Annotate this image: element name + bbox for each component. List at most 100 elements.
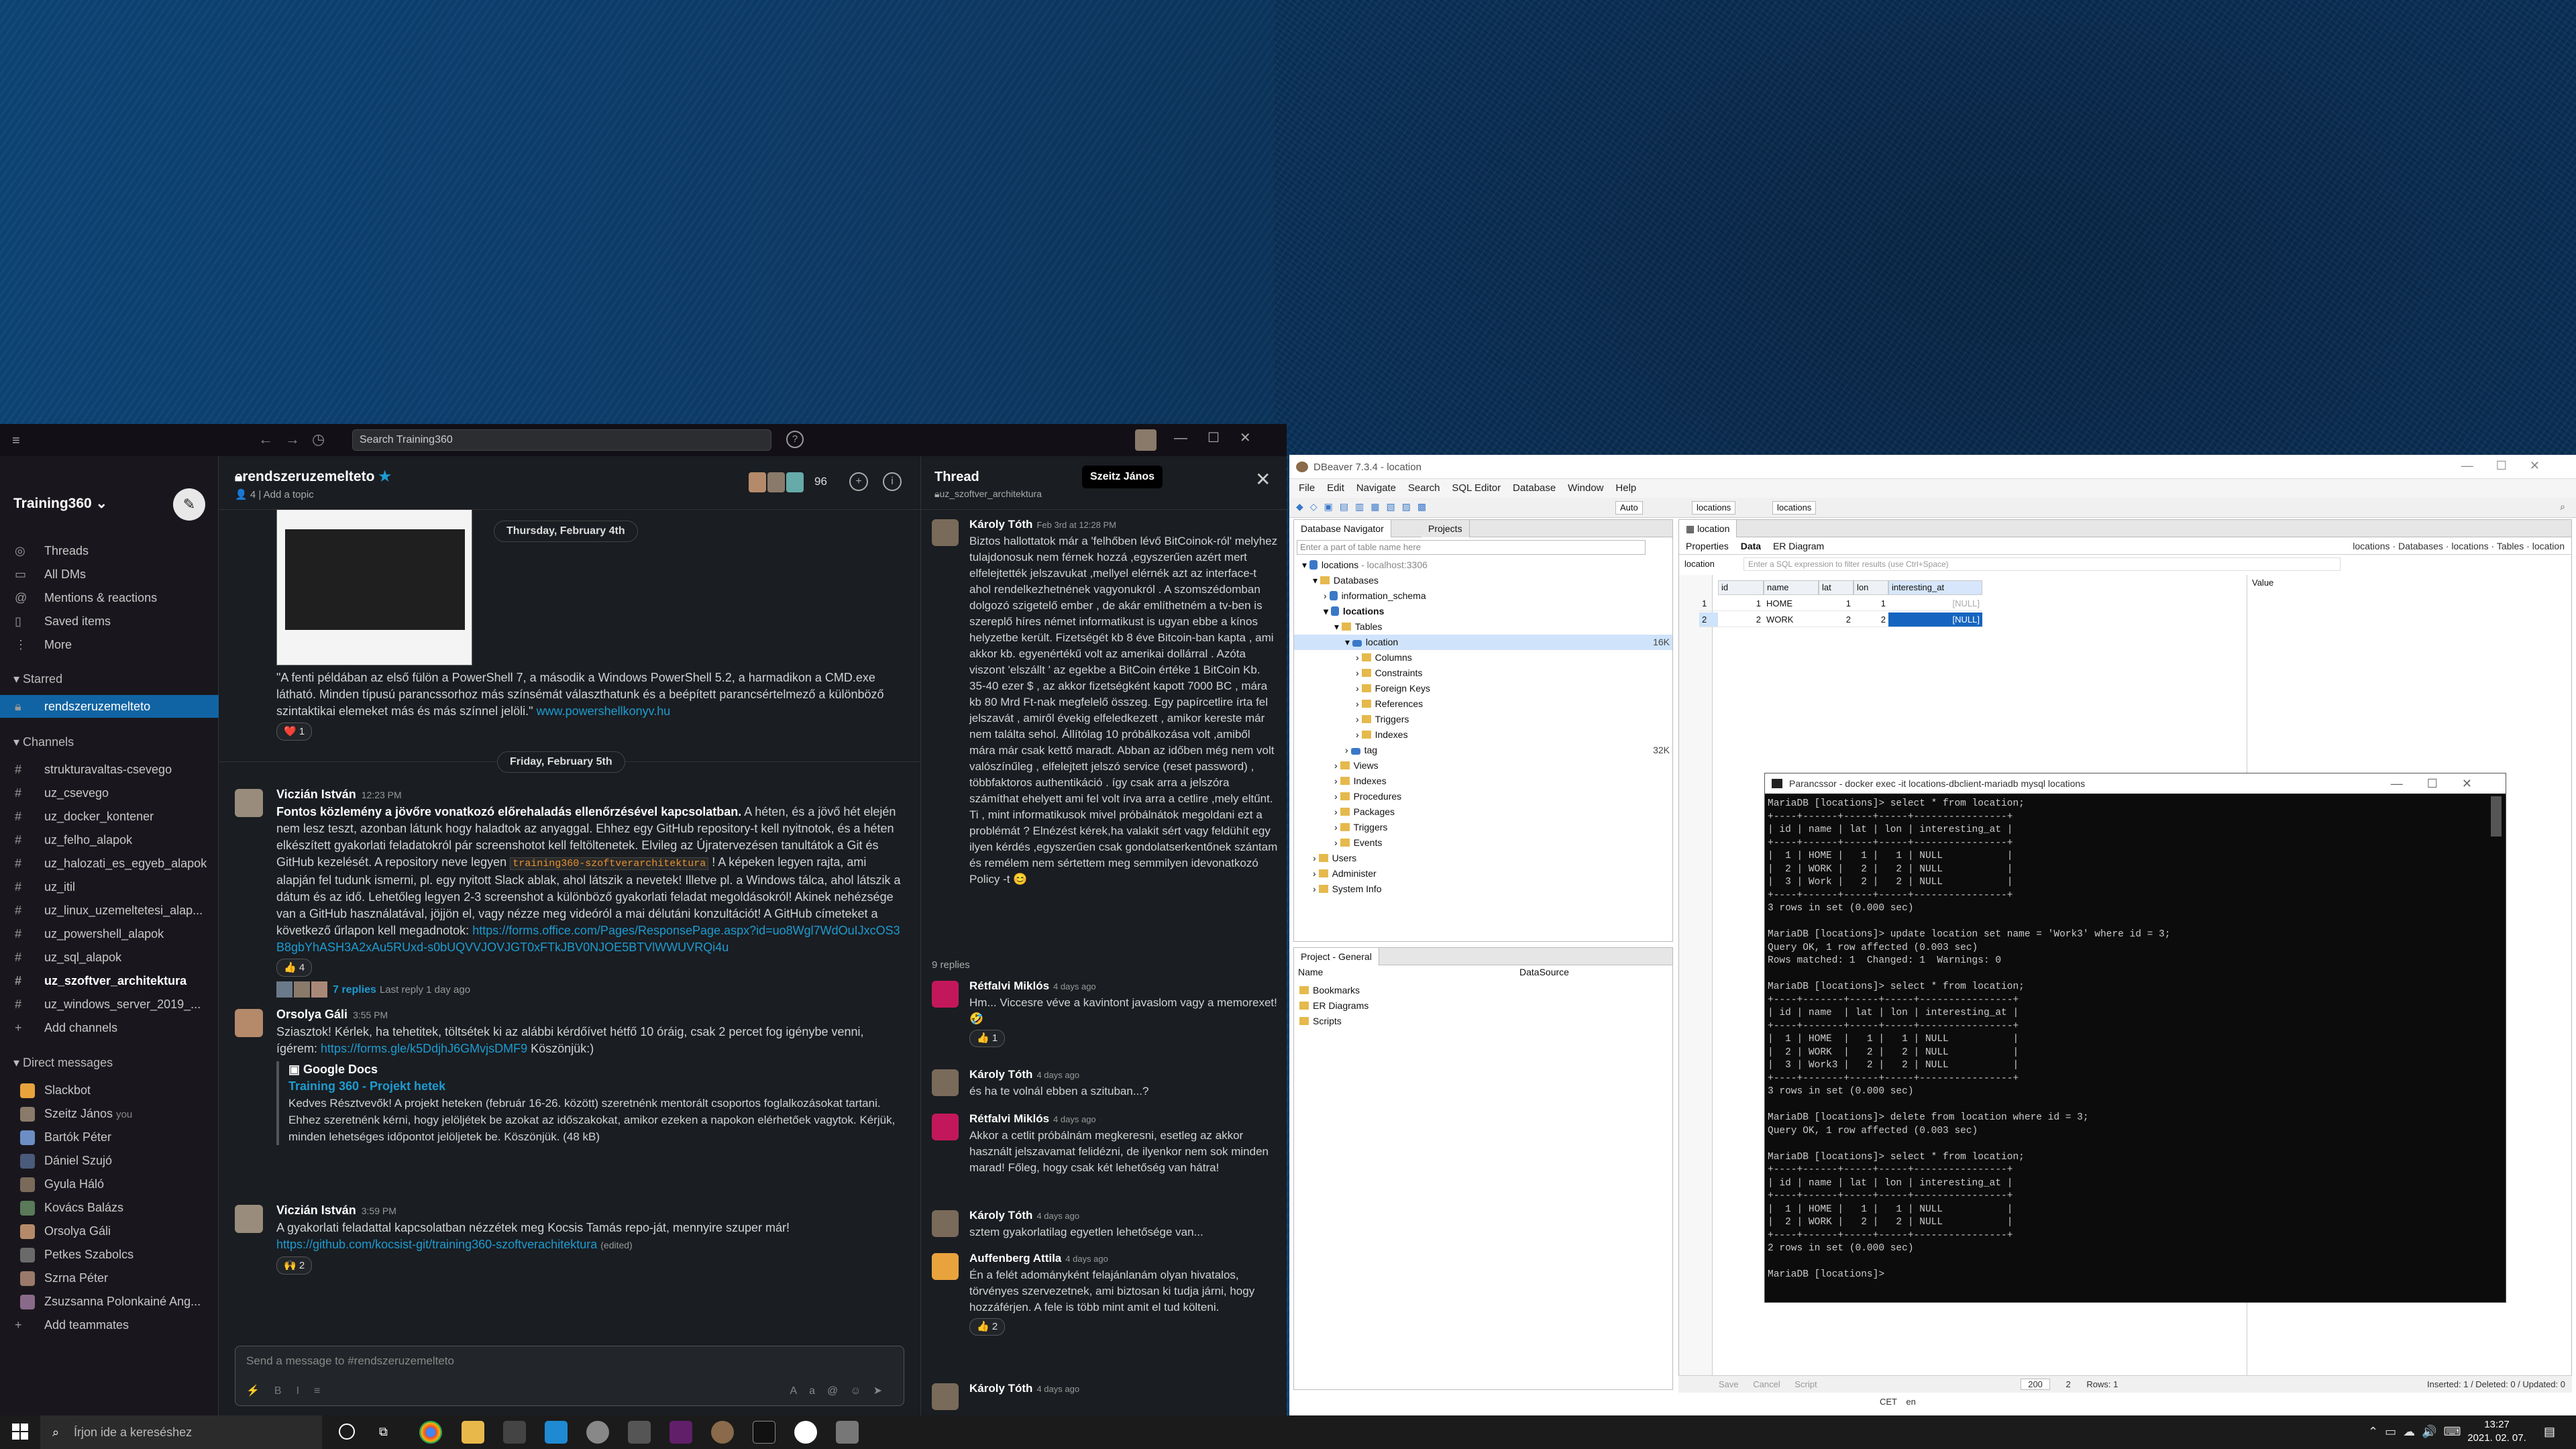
sidebar-item-rendszeruzemelteto[interactable]: 🔒︎ rendszeruzemelteto xyxy=(0,695,219,718)
cortana-icon[interactable] xyxy=(339,1424,355,1440)
dm-item[interactable]: Dániel Szujó xyxy=(0,1149,219,1172)
avatar[interactable] xyxy=(932,1210,959,1237)
message-composer[interactable]: Send a message to #rendszeruzemelteto ⚡B… xyxy=(235,1346,904,1406)
dm-item[interactable]: Szeitz János you xyxy=(0,1102,219,1125)
menu-item[interactable]: SQL Editor xyxy=(1452,479,1501,498)
grid-side-toolbar[interactable] xyxy=(1679,575,1713,1387)
compose-icon[interactable]: ✎ xyxy=(173,488,205,521)
project-item[interactable]: Bookmarks xyxy=(1294,983,1672,998)
menu-item[interactable]: Search xyxy=(1408,479,1440,498)
add-channels-button[interactable]: + Add channels xyxy=(0,1016,219,1039)
tree-item[interactable]: › System Info xyxy=(1294,881,1672,897)
column-header[interactable]: id xyxy=(1718,580,1764,595)
project-item[interactable]: Scripts xyxy=(1294,1014,1672,1029)
tree-item[interactable]: ▾ locations - localhost:3306 xyxy=(1294,557,1672,573)
date-divider[interactable]: Friday, February 5th xyxy=(497,751,625,773)
task-view-icon[interactable]: ⧉ xyxy=(379,1425,388,1439)
tree-item[interactable]: › Events xyxy=(1294,835,1672,851)
avatar[interactable] xyxy=(235,1205,263,1233)
channel-item[interactable]: # uz_docker_kontener xyxy=(0,805,219,828)
cell[interactable]: 1 xyxy=(1854,596,1888,611)
toolbar-icons[interactable]: ◆◇▣▤▥▦▧▨▩ xyxy=(1296,501,1433,513)
avatar[interactable] xyxy=(932,1114,959,1140)
clock[interactable]: 13:27 2021. 02. 07. xyxy=(2463,1418,2530,1445)
window-controls[interactable]: —☐✕ xyxy=(2391,773,2496,794)
channel-item[interactable]: # uz_szoftver_architektura xyxy=(0,969,219,992)
dbeaver-icon[interactable] xyxy=(711,1421,734,1444)
screenshot-attachment[interactable] xyxy=(276,510,472,665)
channel-item[interactable]: # uz_windows_server_2019_... xyxy=(0,993,219,1016)
dm-item[interactable]: Szrna Péter xyxy=(0,1267,219,1289)
tree-item[interactable]: ▾ Databases xyxy=(1294,573,1672,588)
channel-item[interactable]: # uz_felho_alapok xyxy=(0,828,219,851)
sidebar-item-more[interactable]: ⋮ More xyxy=(0,633,219,656)
script-button[interactable]: Script xyxy=(1794,1379,1817,1389)
menu-item[interactable]: Help xyxy=(1615,479,1636,498)
chrome-icon[interactable] xyxy=(419,1421,442,1444)
link[interactable]: https://forms.gle/k5DdjhJ6GMvjsDMF9 xyxy=(321,1042,527,1055)
replies-link[interactable]: 7 replies xyxy=(333,984,376,996)
tree-item[interactable]: › Administer xyxy=(1294,866,1672,881)
tab-projects[interactable]: Projects xyxy=(1421,520,1470,537)
search-input[interactable]: Search Training360 xyxy=(352,429,771,451)
dm-item[interactable]: Bartók Péter xyxy=(0,1126,219,1148)
settings-icon[interactable] xyxy=(836,1421,859,1444)
dm-item[interactable]: Petkes Szabolcs xyxy=(0,1243,219,1266)
tree-item[interactable]: › Users xyxy=(1294,851,1672,866)
terminal-icon[interactable] xyxy=(753,1421,775,1444)
channel-item[interactable]: # uz_halozati_es_egyeb_alapok xyxy=(0,852,219,875)
tree-item[interactable]: › Constraints xyxy=(1294,665,1672,681)
tree-item[interactable]: › Indexes xyxy=(1294,773,1672,789)
menu-item[interactable]: File xyxy=(1299,479,1315,498)
channel-title[interactable]: 🔒︎rendszeruzemelteto ★ xyxy=(235,468,391,485)
dm-item[interactable]: Gyula Háló xyxy=(0,1173,219,1195)
column-header[interactable]: lon xyxy=(1854,580,1888,595)
tree-item[interactable]: › Triggers xyxy=(1294,820,1672,835)
search-icon[interactable]: ⌕ xyxy=(2560,501,2565,513)
cancel-button[interactable]: Cancel xyxy=(1753,1379,1780,1389)
help-icon[interactable]: ? xyxy=(786,431,804,448)
thread-channel[interactable]: 🔒︎uz_szoftver_architektura xyxy=(934,488,1042,500)
dm-item[interactable]: Zsuzsanna Polonkainé Ang... xyxy=(0,1290,219,1313)
cell[interactable]: 2 xyxy=(1819,612,1854,627)
channel-item[interactable]: # strukturavaltas-csevego xyxy=(0,758,219,781)
tab-properties[interactable]: Properties xyxy=(1686,541,1729,551)
cell[interactable]: 1 xyxy=(1718,596,1764,611)
column-header[interactable]: lat xyxy=(1819,580,1854,595)
window-controls[interactable]: —☐✕ xyxy=(1174,429,1271,446)
taskbar-search[interactable]: ⌕ Írjon ide a kereséshez xyxy=(40,1415,322,1449)
cell[interactable]: WORK xyxy=(1764,612,1819,627)
file-explorer-icon[interactable] xyxy=(462,1421,484,1444)
cell[interactable]: HOME xyxy=(1764,596,1819,611)
github-icon[interactable] xyxy=(586,1421,609,1444)
system-tray[interactable]: ⌃▭☁🔊⌨ xyxy=(2368,1425,2467,1439)
windows-start-icon[interactable] xyxy=(12,1424,28,1440)
transaction-mode-select[interactable]: Auto xyxy=(1615,501,1643,515)
cell[interactable]: 2 xyxy=(1854,612,1888,627)
cell[interactable]: [NULL] xyxy=(1888,596,1982,611)
menu-item[interactable]: Database xyxy=(1513,479,1556,498)
schema-select[interactable]: locations xyxy=(1772,501,1817,515)
workspace-name[interactable]: Training360 ⌄ xyxy=(13,495,107,512)
tree-item[interactable]: › Procedures xyxy=(1294,789,1672,804)
datasource-select[interactable]: locations xyxy=(1692,501,1736,515)
obs-icon[interactable] xyxy=(794,1421,817,1444)
terminal-output[interactable]: MariaDB [locations]> select * from locat… xyxy=(1768,798,2492,1282)
tree-item[interactable]: › Foreign Keys xyxy=(1294,681,1672,696)
cell-selected[interactable]: [NULL] xyxy=(1888,612,1982,627)
channel-item[interactable]: # uz_itil xyxy=(0,875,219,898)
tree-item[interactable]: ▾ Tables xyxy=(1294,619,1672,635)
reaction[interactable]: 👍 4 xyxy=(276,959,313,977)
tree-item[interactable]: › tag 32K xyxy=(1294,743,1672,758)
history-nav-icons[interactable]: ←→◷ xyxy=(258,431,337,448)
avatar[interactable] xyxy=(235,789,263,817)
member-count[interactable]: 96 xyxy=(814,475,827,488)
avatar[interactable] xyxy=(932,519,959,546)
menu-item[interactable]: Navigate xyxy=(1356,479,1396,498)
avatar[interactable] xyxy=(932,981,959,1008)
vscode-icon[interactable] xyxy=(545,1421,568,1444)
table-filter-input[interactable]: Enter a part of table name here xyxy=(1297,540,1646,555)
window-controls[interactable]: —☐✕ xyxy=(2461,459,2563,473)
slack-icon[interactable] xyxy=(669,1421,692,1444)
channel-item[interactable]: # uz_powershell_alapok xyxy=(0,922,219,945)
